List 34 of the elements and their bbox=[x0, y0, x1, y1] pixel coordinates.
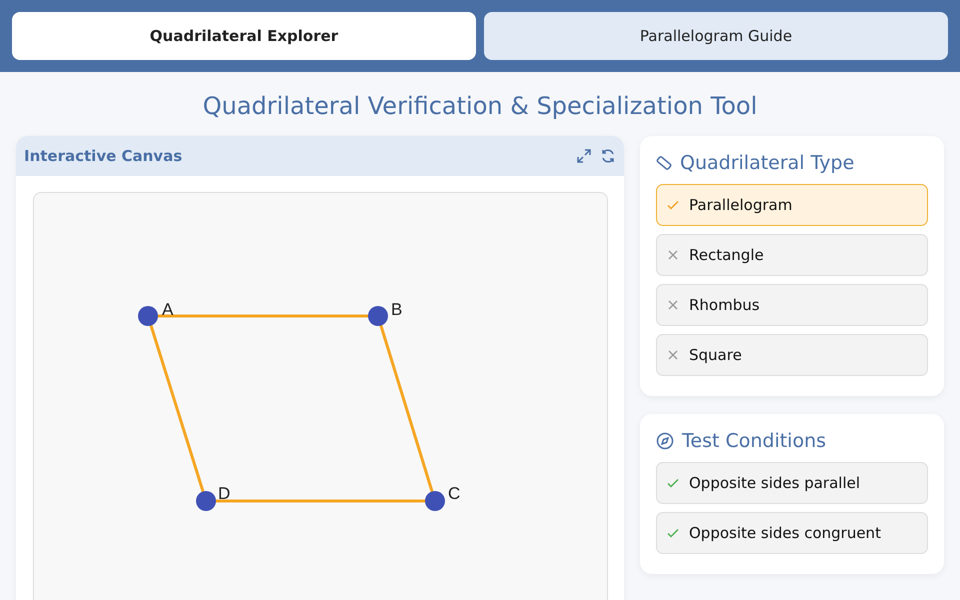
card-title: Test Conditions bbox=[682, 430, 826, 452]
check-icon bbox=[667, 477, 679, 489]
condition-label: Opposite sides congruent bbox=[689, 524, 881, 542]
option-label: Rectangle bbox=[689, 246, 764, 264]
ruler-icon bbox=[656, 155, 672, 171]
check-icon bbox=[667, 527, 679, 539]
type-option[interactable]: Parallelogram bbox=[656, 184, 928, 226]
option-label: Parallelogram bbox=[689, 196, 792, 214]
type-option[interactable]: Square bbox=[656, 334, 928, 376]
compass-icon bbox=[656, 432, 674, 450]
vertex-point[interactable] bbox=[425, 491, 445, 511]
cross-icon bbox=[667, 249, 679, 261]
panel-title: Interactive Canvas bbox=[24, 147, 182, 165]
condition-label: Opposite sides parallel bbox=[689, 474, 860, 492]
vertex-point[interactable] bbox=[138, 306, 158, 326]
vertex-label: A bbox=[162, 300, 174, 319]
cross-icon bbox=[667, 349, 679, 361]
option-label: Square bbox=[689, 346, 742, 364]
type-option[interactable]: Rhombus bbox=[656, 284, 928, 326]
cross-icon bbox=[667, 299, 679, 311]
vertex-label: C bbox=[448, 484, 460, 503]
page-title: Quadrilateral Verification & Specialization Tool bbox=[202, 92, 758, 120]
refresh-icon[interactable] bbox=[600, 148, 616, 164]
vertex-label: B bbox=[391, 300, 402, 319]
tab[interactable]: Quadrilateral Explorer bbox=[12, 12, 476, 60]
vertex-point[interactable] bbox=[196, 491, 216, 511]
option-label: Rhombus bbox=[689, 296, 760, 314]
expand-icon[interactable] bbox=[576, 148, 592, 164]
type-option[interactable]: Rectangle bbox=[656, 234, 928, 276]
tab[interactable]: Parallelogram Guide bbox=[484, 12, 948, 60]
check-icon bbox=[667, 199, 679, 211]
vertex-label: D bbox=[218, 484, 230, 503]
vertex-point[interactable] bbox=[368, 306, 388, 326]
card-title: Quadrilateral Type bbox=[680, 152, 854, 174]
